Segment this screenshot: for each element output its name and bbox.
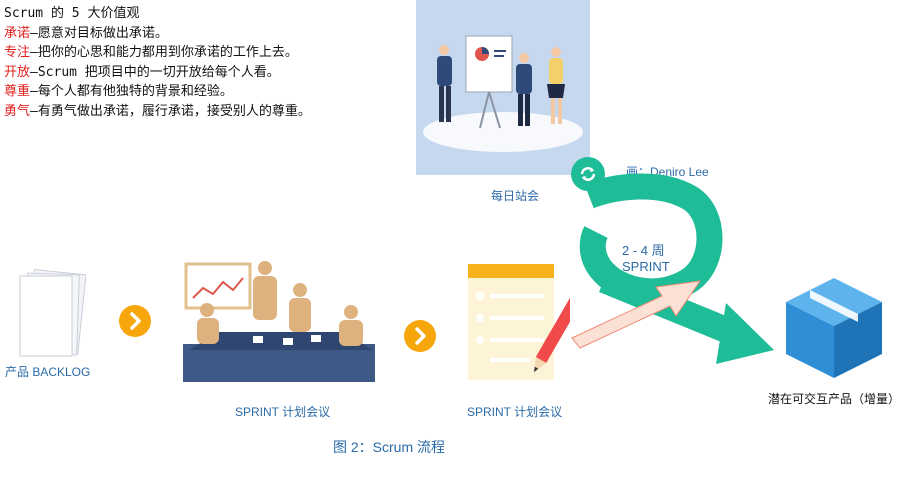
- sprint-backlog-icon: [466, 264, 582, 382]
- sprint-cycle: [571, 173, 774, 364]
- sprint-duration: 2 - 4 周: [622, 243, 665, 258]
- sprint-backlog-label: SPRINT 计划会议: [467, 405, 563, 419]
- arrow-right-icon: [404, 320, 436, 352]
- figure-caption: 图 2：Scrum 流程: [333, 439, 446, 455]
- product-backlog-icon: [16, 268, 87, 358]
- increment-box-icon: [782, 276, 886, 380]
- arrow-right-icon: [119, 305, 151, 337]
- increment-label: 潜在可交互产品（增量）: [768, 392, 901, 406]
- sprint-label: SPRINT: [622, 259, 670, 274]
- product-backlog-label: 产品 BACKLOG: [5, 365, 91, 379]
- sprint-planning-label: SPRINT 计划会议: [235, 405, 331, 419]
- sprint-planning-illustration: [183, 260, 375, 382]
